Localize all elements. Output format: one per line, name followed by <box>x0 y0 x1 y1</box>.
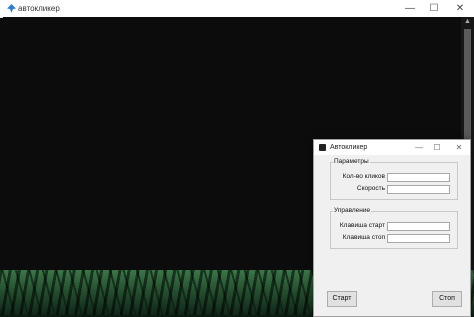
speed-input[interactable] <box>387 185 450 194</box>
scroll-up-icon[interactable]: ▲ <box>461 17 474 27</box>
close-icon[interactable]: ✕ <box>450 0 470 17</box>
start-button[interactable]: Старт <box>327 291 357 307</box>
stop-key-label: Клавиша стоп <box>342 234 385 241</box>
console-title: автокликер <box>18 4 60 13</box>
params-group-label: Параметры <box>333 158 370 166</box>
control-groupbox: Управление Клавиша старт Клавиша стоп <box>330 207 458 249</box>
dialog-title: Автокликер <box>330 144 368 151</box>
clicks-count-label: Кол-во кликов <box>342 173 385 180</box>
params-groupbox: Параметры Кол-во кликов Скорость <box>330 158 458 200</box>
app-icon <box>319 144 326 151</box>
minimize-icon[interactable]: — <box>400 0 420 17</box>
maximize-icon[interactable]: ☐ <box>430 140 444 155</box>
start-key-input[interactable] <box>387 222 450 231</box>
stop-button[interactable]: Стоп <box>432 291 462 307</box>
autoclicker-dialog: Автокликер — ☐ ✕ Параметры Кол-во кликов… <box>313 139 471 317</box>
control-group-label: Управление <box>333 207 372 215</box>
start-key-label: Клавиша старт <box>339 222 385 229</box>
pin-icon <box>7 4 16 13</box>
dialog-titlebar[interactable]: Автокликер — ☐ ✕ <box>314 140 470 155</box>
console-titlebar[interactable]: автокликер — ☐ ✕ <box>0 0 474 18</box>
minimize-icon[interactable]: — <box>412 140 426 155</box>
close-icon[interactable]: ✕ <box>452 140 466 155</box>
clicks-count-input[interactable] <box>387 173 450 182</box>
stop-key-input[interactable] <box>387 234 450 243</box>
speed-label: Скорость <box>356 185 385 192</box>
maximize-icon[interactable]: ☐ <box>424 0 444 17</box>
